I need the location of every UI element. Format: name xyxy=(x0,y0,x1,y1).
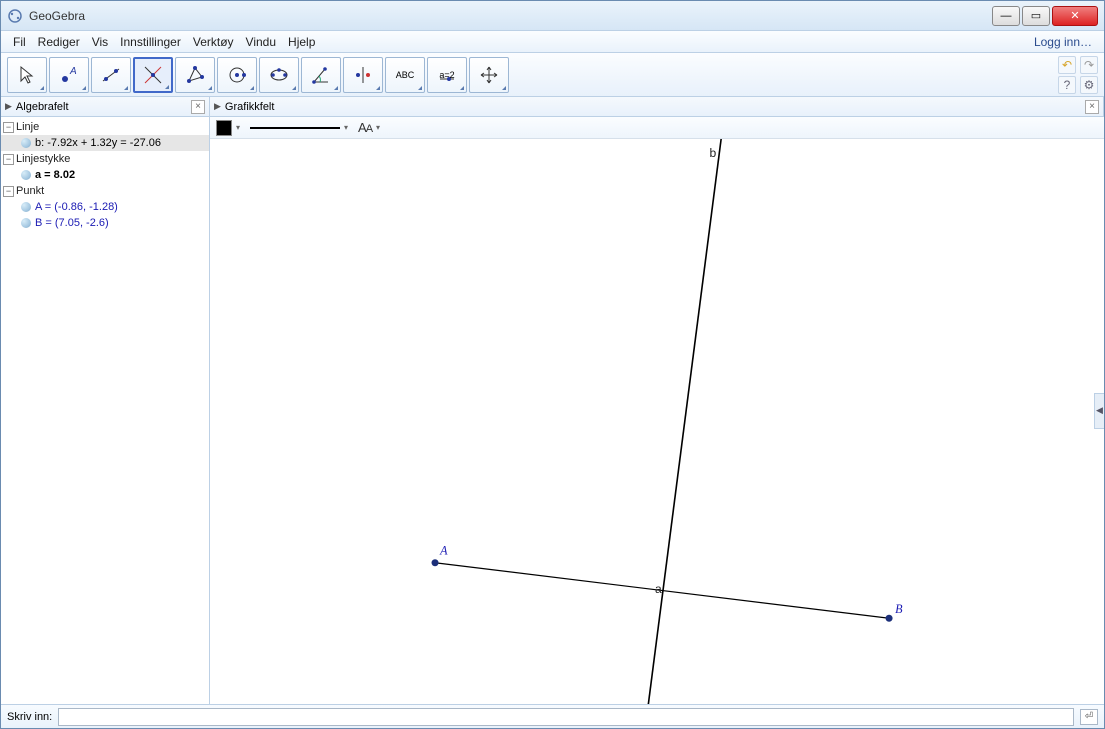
graphics-panel: ▾ ▾ AA ▾ A B a b xyxy=(210,117,1104,704)
maximize-button[interactable]: ▭ xyxy=(1022,6,1050,26)
tree-item-b[interactable]: b: -7.92x + 1.32y = -27.06 xyxy=(1,135,209,151)
tool-perpendicular[interactable] xyxy=(133,57,173,93)
toolbar: A ABCa=2 ↶ ↷ ? ⚙ xyxy=(1,53,1104,97)
label-segment-a[interactable]: a xyxy=(655,582,662,596)
command-input[interactable] xyxy=(58,708,1074,726)
close-button[interactable]: ✕ xyxy=(1052,6,1098,26)
menu-rediger[interactable]: Rediger xyxy=(32,33,86,51)
menu-verktoy[interactable]: Verktøy xyxy=(187,33,240,51)
help-icon[interactable]: ? xyxy=(1058,76,1076,94)
algebra-collapse-icon[interactable]: ▶ xyxy=(5,101,12,112)
label-line-b[interactable]: b xyxy=(709,146,716,160)
visibility-dot-icon[interactable] xyxy=(21,170,31,180)
app-title: GeoGebra xyxy=(29,9,992,23)
font-size-picker[interactable]: AA xyxy=(358,120,372,135)
input-label: Skriv inn: xyxy=(7,711,52,723)
tool-circle[interactable] xyxy=(217,57,257,93)
graphics-collapse-icon[interactable]: ▶ xyxy=(214,101,221,112)
tool-polygon[interactable] xyxy=(175,57,215,93)
menu-innstillinger[interactable]: Innstillinger xyxy=(114,33,187,51)
minimize-button[interactable]: — xyxy=(992,6,1020,26)
tool-line[interactable] xyxy=(91,57,131,93)
tool-move[interactable] xyxy=(7,57,47,93)
tree-item-a[interactable]: a = 8.02 xyxy=(1,167,209,183)
menu-vindu[interactable]: Vindu xyxy=(240,33,282,51)
tree-category[interactable]: −Linje xyxy=(1,119,209,135)
visibility-dot-icon[interactable] xyxy=(21,202,31,212)
graphics-svg: A B a b xyxy=(210,139,1104,704)
menu-vis[interactable]: Vis xyxy=(86,33,114,51)
line-style-picker[interactable] xyxy=(250,127,340,129)
input-bar: Skriv inn: ⏎ xyxy=(1,704,1104,728)
menu-hjelp[interactable]: Hjelp xyxy=(282,33,321,51)
visibility-dot-icon[interactable] xyxy=(21,218,31,228)
tree-toggle-icon[interactable]: − xyxy=(3,154,14,165)
algebra-panel: −Linjeb: -7.92x + 1.32y = -27.06−Linjest… xyxy=(1,117,210,704)
graphics-canvas[interactable]: A B a b xyxy=(210,139,1104,704)
tool-group: A ABCa=2 xyxy=(7,57,509,93)
tool-point[interactable]: A xyxy=(49,57,89,93)
toolbar-side-icons: ↶ ↷ ? ⚙ xyxy=(1058,56,1098,94)
tool-text[interactable]: ABC xyxy=(385,57,425,93)
menu-fil[interactable]: Fil xyxy=(7,33,32,51)
tree-toggle-icon[interactable]: − xyxy=(3,186,14,197)
algebra-panel-title: Algebrafelt xyxy=(16,101,69,113)
tree-item-A[interactable]: A = (-0.86, -1.28) xyxy=(1,199,209,215)
line-style-dropdown-icon[interactable]: ▾ xyxy=(344,123,348,132)
svg-text:A: A xyxy=(69,66,77,77)
app-icon xyxy=(7,8,23,24)
color-dropdown-icon[interactable]: ▾ xyxy=(236,123,240,132)
tree-category[interactable]: −Linjestykke xyxy=(1,151,209,167)
algebra-panel-header: ▶ Algebrafelt × xyxy=(1,97,210,116)
undo-button[interactable]: ↶ xyxy=(1058,56,1076,74)
tool-angle[interactable] xyxy=(301,57,341,93)
visibility-dot-icon[interactable] xyxy=(21,138,31,148)
graphics-style-bar: ▾ ▾ AA ▾ xyxy=(210,117,1104,139)
tool-reflect[interactable] xyxy=(343,57,383,93)
tool-slider[interactable]: a=2 xyxy=(427,57,467,93)
point-b[interactable] xyxy=(886,615,893,622)
tree-item-B[interactable]: B = (7.05, -2.6) xyxy=(1,215,209,231)
menubar: Fil Rediger Vis Innstillinger Verktøy Vi… xyxy=(1,31,1104,53)
input-helper-button[interactable]: ⏎ xyxy=(1080,709,1098,725)
titlebar: GeoGebra — ▭ ✕ xyxy=(1,1,1104,31)
line-b[interactable] xyxy=(642,139,728,704)
algebra-close-icon[interactable]: × xyxy=(191,100,205,114)
login-link[interactable]: Logg inn… xyxy=(1028,33,1098,51)
main-area: −Linjeb: -7.92x + 1.32y = -27.06−Linjest… xyxy=(1,117,1104,704)
font-dropdown-icon[interactable]: ▾ xyxy=(376,123,380,132)
app-window: GeoGebra — ▭ ✕ Fil Rediger Vis Innstilli… xyxy=(0,0,1105,729)
panel-headers: ▶ Algebrafelt × ▶ Grafikkfelt × xyxy=(1,97,1104,117)
label-b-point[interactable]: B xyxy=(895,602,903,616)
label-a[interactable]: A xyxy=(439,544,448,558)
tree-toggle-icon[interactable]: − xyxy=(3,122,14,133)
tree-category[interactable]: −Punkt xyxy=(1,183,209,199)
redo-button[interactable]: ↷ xyxy=(1080,56,1098,74)
graphics-close-icon[interactable]: × xyxy=(1085,100,1099,114)
color-picker[interactable] xyxy=(216,120,232,136)
tool-ellipse[interactable] xyxy=(259,57,299,93)
side-expand-handle[interactable]: ◀ xyxy=(1094,393,1104,429)
tool-move-view[interactable] xyxy=(469,57,509,93)
settings-icon[interactable]: ⚙ xyxy=(1080,76,1098,94)
window-buttons: — ▭ ✕ xyxy=(992,6,1098,26)
point-a[interactable] xyxy=(432,559,439,566)
segment-a[interactable] xyxy=(435,563,889,618)
graphics-panel-header: ▶ Grafikkfelt × xyxy=(210,97,1104,116)
graphics-panel-title: Grafikkfelt xyxy=(225,101,275,113)
